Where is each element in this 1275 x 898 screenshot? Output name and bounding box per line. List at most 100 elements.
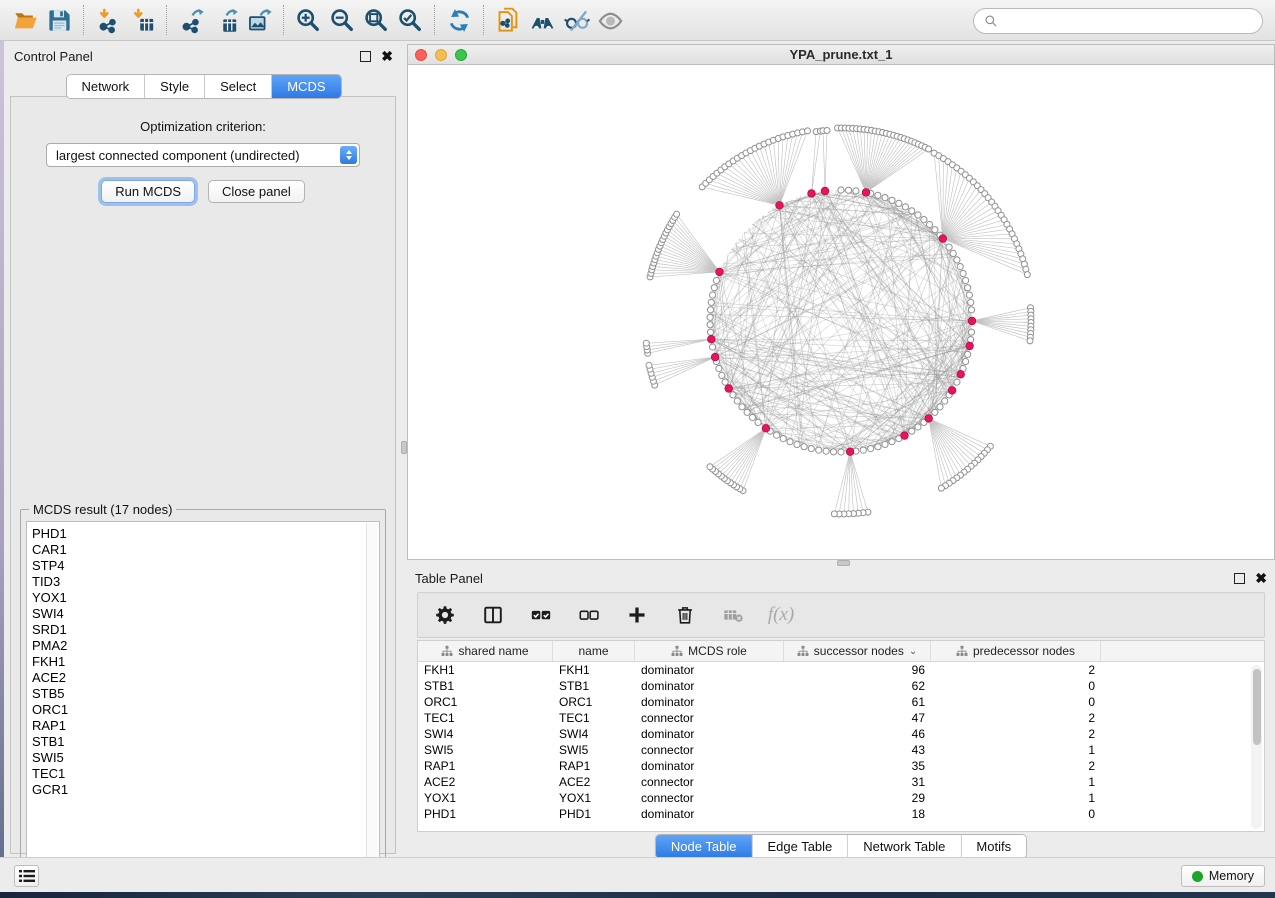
table-cell: connector	[635, 790, 784, 806]
export-table-button[interactable]	[208, 3, 242, 37]
column-header-successor-nodes[interactable]: successor nodes⌄	[784, 641, 931, 661]
mcds-result-item[interactable]: ACE2	[32, 670, 379, 686]
mcds-result-item[interactable]: TEC1	[32, 766, 379, 782]
table-cell: YOX1	[418, 790, 553, 806]
table-tab-motifs[interactable]: Motifs	[961, 835, 1026, 858]
export-image-icon	[246, 7, 273, 34]
mcds-node	[725, 385, 733, 393]
table-cell: 46	[784, 726, 931, 742]
table-options-button[interactable]	[432, 602, 458, 628]
show-hidden-button[interactable]	[593, 3, 627, 37]
tab-select[interactable]: Select	[205, 75, 272, 98]
save-session-button[interactable]	[42, 3, 76, 37]
tab-network[interactable]: Network	[66, 75, 145, 98]
tab-mcds[interactable]: MCDS	[272, 75, 340, 98]
mcds-result-item[interactable]: TID3	[32, 574, 379, 590]
open-session-button[interactable]	[8, 3, 42, 37]
table-row[interactable]: STB1STB1dominator620	[418, 678, 1264, 694]
mcds-result-list[interactable]: PHD1CAR1STP4TID3YOX1SWI4SRD1PMA2FKH1ACE2…	[26, 521, 380, 875]
show-columns-button[interactable]	[480, 602, 506, 628]
table-row[interactable]: FKH1FKH1dominator962	[418, 662, 1264, 678]
network-canvas[interactable]	[408, 65, 1274, 559]
export-network-button[interactable]	[174, 3, 208, 37]
table-tabbar: Node TableEdge TableNetwork TableMotifs	[655, 834, 1027, 859]
delete-column-button[interactable]	[672, 602, 698, 628]
table-cell: ACE2	[553, 774, 635, 790]
zoom-selected-button[interactable]	[393, 3, 427, 37]
table-cell: dominator	[635, 662, 784, 678]
column-header-predecessor-nodes[interactable]: predecessor nodes	[931, 641, 1101, 661]
mcds-result-item[interactable]: SWI4	[32, 606, 379, 622]
table-scrollbar[interactable]	[1251, 665, 1262, 829]
hide-selected-button[interactable]	[559, 3, 593, 37]
table-tab-network-table[interactable]: Network Table	[848, 835, 961, 858]
mcds-result-item[interactable]: STB1	[32, 734, 379, 750]
column-header-name[interactable]: name	[553, 641, 635, 661]
close-panel-icon[interactable]: ✖	[381, 49, 393, 63]
criterion-select[interactable]: largest connected component (undirected)	[46, 143, 360, 167]
search-network-button[interactable]	[525, 3, 559, 37]
close-panel-button[interactable]: Close panel	[208, 180, 305, 203]
close-panel-icon[interactable]: ✖	[1255, 571, 1267, 585]
mcds-node	[968, 317, 976, 325]
zoom-in-button[interactable]	[291, 3, 325, 37]
mcds-result-item[interactable]: STP4	[32, 558, 379, 574]
table-cell: SWI5	[418, 742, 553, 758]
mcds-result-item[interactable]: ORC1	[32, 702, 379, 718]
tab-style[interactable]: Style	[145, 75, 205, 98]
memory-button[interactable]: Memory	[1181, 865, 1265, 887]
check-pair-icon	[530, 604, 552, 626]
table-tab-node-table[interactable]: Node Table	[656, 835, 753, 858]
node-table[interactable]: shared namenameMCDS rolesuccessor nodes⌄…	[417, 640, 1265, 832]
search-input[interactable]	[1004, 14, 1252, 29]
import-table-button[interactable]	[125, 3, 159, 37]
float-panel-icon[interactable]	[360, 51, 371, 62]
mcds-result-item[interactable]: YOX1	[32, 590, 379, 606]
float-panel-icon[interactable]	[1234, 573, 1245, 584]
deselect-all-columns-button[interactable]	[576, 602, 602, 628]
search-box[interactable]	[973, 8, 1263, 34]
mcds-result-item[interactable]: SWI5	[32, 750, 379, 766]
network-window-titlebar[interactable]: YPA_prune.txt_1	[408, 45, 1274, 65]
plus-icon	[626, 604, 648, 626]
export-image-button[interactable]	[242, 3, 276, 37]
table-row[interactable]: SWI4SWI4dominator462	[418, 726, 1264, 742]
network-graph[interactable]	[408, 65, 1274, 559]
mcds-result-item[interactable]: GCR1	[32, 782, 379, 798]
column-header-shared-name[interactable]: shared name	[418, 641, 553, 661]
table-cell: FKH1	[553, 662, 635, 678]
close-window-icon[interactable]	[415, 49, 427, 61]
scrollbar-thumb[interactable]	[1253, 669, 1261, 745]
mcds-result-item[interactable]: SRD1	[32, 622, 379, 638]
mcds-result-item[interactable]: PMA2	[32, 638, 379, 654]
mcds-list-scrollbar[interactable]	[366, 523, 378, 875]
clone-network-button[interactable]	[491, 3, 525, 37]
column-header-MCDS-role[interactable]: MCDS role	[635, 641, 784, 661]
minimize-window-icon[interactable]	[435, 49, 447, 61]
table-row[interactable]: SWI5SWI5connector431	[418, 742, 1264, 758]
table-row[interactable]: YOX1YOX1connector291	[418, 790, 1264, 806]
run-mcds-button[interactable]: Run MCDS	[101, 180, 195, 203]
mcds-result-item[interactable]: STB5	[32, 686, 379, 702]
toolbar-customize-button[interactable]	[14, 865, 39, 887]
table-row[interactable]: ACE2ACE2connector311	[418, 774, 1264, 790]
gear-icon	[434, 604, 456, 626]
mcds-result-item[interactable]: FKH1	[32, 654, 379, 670]
table-row[interactable]: TEC1TEC1connector472	[418, 710, 1264, 726]
zoom-fit-button[interactable]	[359, 3, 393, 37]
table-tab-edge-table[interactable]: Edge Table	[752, 835, 848, 858]
create-column-button[interactable]	[624, 602, 650, 628]
maximize-window-icon[interactable]	[455, 49, 467, 61]
table-row[interactable]: PHD1PHD1dominator180	[418, 806, 1264, 822]
table-row[interactable]: RAP1RAP1dominator352	[418, 758, 1264, 774]
refresh-button[interactable]	[442, 3, 476, 37]
mcds-result-item[interactable]: CAR1	[32, 542, 379, 558]
table-cell: 62	[784, 678, 931, 694]
column-type-icon	[671, 645, 683, 657]
import-network-button[interactable]	[91, 3, 125, 37]
mcds-result-item[interactable]: PHD1	[32, 526, 379, 542]
table-row[interactable]: ORC1ORC1dominator610	[418, 694, 1264, 710]
select-all-columns-button[interactable]	[528, 602, 554, 628]
zoom-out-button[interactable]	[325, 3, 359, 37]
mcds-result-item[interactable]: RAP1	[32, 718, 379, 734]
